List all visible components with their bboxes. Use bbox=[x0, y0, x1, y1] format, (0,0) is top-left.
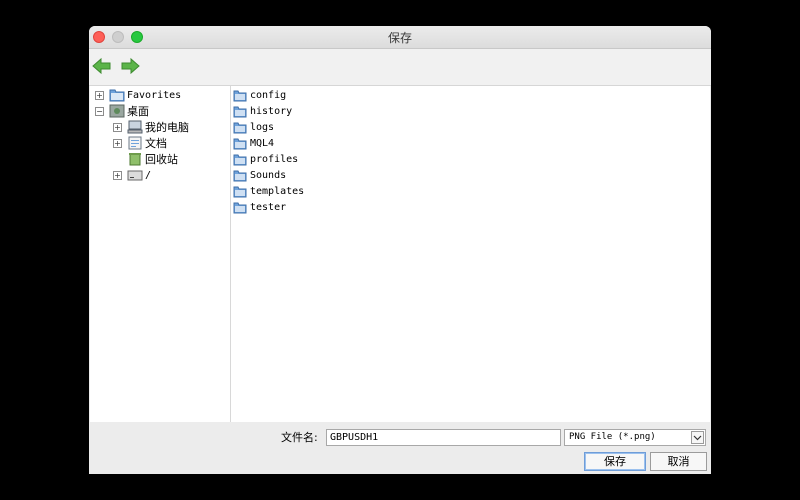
file-item-label: MQL4 bbox=[250, 137, 275, 149]
tree-item-recycle-bin[interactable]: 回收站 bbox=[127, 151, 178, 167]
file-item-label: profiles bbox=[250, 153, 299, 165]
tree-item-label: 我的电脑 bbox=[145, 121, 189, 134]
back-button[interactable] bbox=[92, 57, 112, 75]
folder-icon bbox=[233, 138, 247, 149]
file-item[interactable]: history bbox=[233, 103, 292, 119]
folder-icon bbox=[109, 89, 125, 102]
computer-icon bbox=[127, 120, 143, 134]
tree-item-label: / bbox=[145, 169, 152, 181]
expand-toggle[interactable]: + bbox=[113, 138, 122, 148]
file-item-label: logs bbox=[250, 121, 275, 133]
drive-icon bbox=[127, 170, 143, 181]
file-item[interactable]: logs bbox=[233, 119, 274, 135]
collapse-toggle[interactable]: − bbox=[95, 106, 104, 116]
window-title: 保存 bbox=[387, 31, 412, 45]
tree-item-documents[interactable]: + 文档 bbox=[113, 135, 167, 151]
file-item[interactable]: MQL4 bbox=[233, 135, 274, 151]
tree-item-label: Favorites bbox=[127, 89, 182, 101]
filename-input[interactable] bbox=[326, 429, 561, 446]
save-dialog: 保存 + Favorites − 桌面 + 我的电脑 + 文档 回收站 + / … bbox=[89, 26, 711, 474]
folder-icon bbox=[233, 170, 247, 181]
tree-item-desktop[interactable]: − 桌面 bbox=[95, 103, 149, 119]
forward-arrow-icon bbox=[121, 57, 140, 75]
tree-item-label: 回收站 bbox=[145, 153, 178, 166]
title-bar: 保存 bbox=[89, 26, 711, 49]
file-item[interactable]: tester bbox=[233, 199, 286, 215]
documents-icon bbox=[128, 136, 142, 150]
expand-toggle[interactable]: + bbox=[113, 122, 122, 132]
cancel-button[interactable]: 取消 bbox=[650, 452, 707, 471]
folder-icon bbox=[233, 106, 247, 117]
folder-icon bbox=[233, 90, 247, 101]
file-type-select[interactable]: PNG File (*.png) bbox=[564, 429, 706, 446]
folder-tree[interactable]: + Favorites − 桌面 + 我的电脑 + 文档 回收站 + / bbox=[90, 86, 231, 422]
chevron-down-icon bbox=[693, 435, 702, 441]
tree-item-favorites[interactable]: + Favorites bbox=[95, 87, 181, 103]
file-item-label: history bbox=[250, 105, 293, 117]
back-arrow-icon bbox=[92, 57, 111, 75]
dropdown-button[interactable] bbox=[691, 431, 704, 444]
tree-item-root[interactable]: + / bbox=[113, 167, 151, 183]
tree-item-label: 桌面 bbox=[127, 105, 149, 118]
folder-icon bbox=[233, 202, 247, 213]
dialog-footer: 文件名: PNG File (*.png) 保存 取消 bbox=[89, 422, 711, 474]
folder-icon bbox=[233, 186, 247, 197]
desktop-icon bbox=[109, 104, 125, 118]
forward-button[interactable] bbox=[120, 57, 140, 75]
expand-toggle[interactable]: + bbox=[95, 90, 104, 100]
file-item[interactable]: profiles bbox=[233, 151, 298, 167]
folder-icon bbox=[233, 122, 247, 133]
file-item[interactable]: Sounds bbox=[233, 167, 286, 183]
file-item-label: templates bbox=[250, 185, 305, 197]
file-item-label: config bbox=[250, 89, 287, 101]
toolbar bbox=[89, 49, 711, 86]
tree-item-my-computer[interactable]: + 我的电脑 bbox=[113, 119, 189, 135]
folder-icon bbox=[233, 154, 247, 165]
file-item-label: tester bbox=[250, 201, 287, 213]
file-type-value: PNG File (*.png) bbox=[569, 432, 656, 442]
file-item[interactable]: config bbox=[233, 87, 286, 103]
file-list[interactable]: config history logs MQL4 profiles Sounds… bbox=[231, 86, 710, 422]
recycle-bin-icon bbox=[129, 153, 141, 166]
save-button[interactable]: 保存 bbox=[584, 452, 646, 471]
file-item[interactable]: templates bbox=[233, 183, 304, 199]
filename-label: 文件名: bbox=[281, 431, 318, 444]
tree-item-label: 文档 bbox=[145, 137, 167, 150]
expand-toggle[interactable]: + bbox=[113, 170, 122, 180]
file-item-label: Sounds bbox=[250, 169, 287, 181]
